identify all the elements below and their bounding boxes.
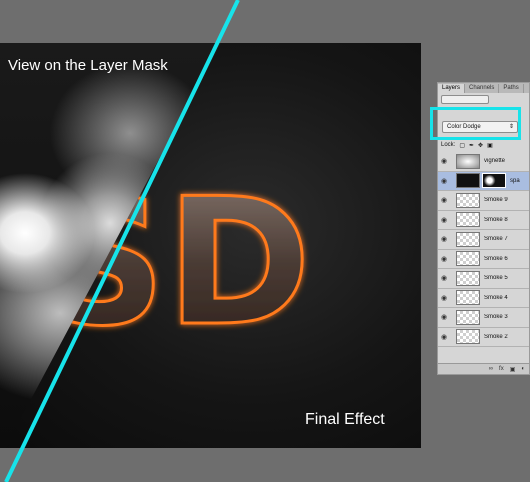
layer-name: Smoke 5 — [484, 275, 508, 282]
lock-image-icon[interactable]: ✒ — [469, 142, 474, 149]
layer-row-smoke-9[interactable]: ◉ Smoke 9 — [438, 191, 529, 211]
layer-thumbnail — [456, 309, 480, 325]
lock-row: Lock: ▢ ✒ ✥ ▣ — [438, 140, 529, 150]
layer-row-smoke-5[interactable]: ◉ Smoke 5 — [438, 269, 529, 289]
layer-name: vignette — [484, 158, 506, 165]
layer-row-smoke-3[interactable]: ◉ Smoke 3 — [438, 308, 529, 328]
layer-thumbnail — [456, 251, 480, 267]
layer-row-smoke-2[interactable]: ◉ Smoke 2 — [438, 328, 529, 347]
tab-layers[interactable]: Layers — [438, 84, 466, 93]
layer-thumbnail — [456, 270, 480, 286]
adjustment-icon[interactable]: ◐ — [521, 366, 525, 372]
layer-thumbnail — [456, 153, 480, 169]
tab-channels[interactable]: Channels — [465, 84, 500, 93]
layer-row-smoke-8[interactable]: ◉ Smoke 8 — [438, 211, 529, 230]
layer-thumbnail — [456, 231, 480, 247]
layer-name: Smoke 3 — [484, 314, 508, 321]
lock-all-icon[interactable]: ▣ — [487, 142, 493, 149]
lock-position-icon[interactable]: ✥ — [478, 142, 483, 149]
layer-thumbnail — [456, 192, 480, 208]
layer-thumbnail — [456, 329, 480, 345]
layer-thumbnail — [456, 290, 480, 306]
link-icon[interactable]: ∞ — [489, 366, 493, 372]
layer-thumbnail — [456, 212, 480, 228]
mask-icon[interactable]: ▣ — [510, 366, 516, 373]
panel-footer: ∞ fx ▣ ◐ — [438, 363, 529, 374]
panel-top-row — [438, 93, 529, 105]
visibility-eye-icon[interactable]: ◉ — [438, 294, 450, 302]
tab-paths[interactable]: Paths — [499, 84, 524, 93]
layer-name: Smoke 7 — [484, 236, 508, 243]
layers-list: ◉ vignette ◉ spa ◉ Smoke 9 ◉ Smoke 8 ◉ S… — [438, 152, 529, 347]
layer-row-smoke-7[interactable]: ◉ Smoke 7 — [438, 230, 529, 250]
kind-filter-select[interactable] — [441, 94, 489, 104]
visibility-eye-icon[interactable]: ◉ — [438, 235, 450, 243]
layer-row-vignette[interactable]: ◉ vignette — [438, 152, 529, 172]
layer-name: Smoke 8 — [484, 216, 508, 223]
layer-row-spa[interactable]: ◉ spa — [438, 171, 529, 191]
visibility-eye-icon[interactable]: ◉ — [438, 274, 450, 282]
visibility-eye-icon[interactable]: ◉ — [438, 196, 450, 204]
layer-name: Smoke 9 — [484, 197, 508, 204]
layer-name: Smoke 4 — [484, 294, 508, 301]
layer-name: Smoke 2 — [484, 333, 508, 340]
fx-icon[interactable]: fx — [499, 366, 504, 372]
visibility-eye-icon[interactable]: ◉ — [438, 157, 450, 165]
layer-row-smoke-4[interactable]: ◉ Smoke 4 — [438, 289, 529, 308]
visibility-eye-icon[interactable]: ◉ — [438, 255, 450, 263]
visibility-eye-icon[interactable]: ◉ — [438, 177, 450, 185]
layer-name: spa — [510, 177, 520, 184]
layer-thumbnail — [456, 173, 480, 189]
layer-row-smoke-6[interactable]: ◉ Smoke 6 — [438, 250, 529, 269]
lock-transparency-icon[interactable]: ▢ — [459, 142, 465, 149]
layer-name: Smoke 6 — [484, 255, 508, 262]
visibility-eye-icon[interactable]: ◉ — [438, 216, 450, 224]
layer-mask-thumbnail[interactable] — [482, 173, 506, 189]
visibility-eye-icon[interactable]: ◉ — [438, 313, 450, 321]
visibility-eye-icon[interactable]: ◉ — [438, 333, 450, 341]
panel-tabs: Layers Channels Paths — [438, 83, 529, 93]
lock-label: Lock: — [441, 142, 456, 148]
blend-mode-highlight-box — [430, 107, 521, 140]
